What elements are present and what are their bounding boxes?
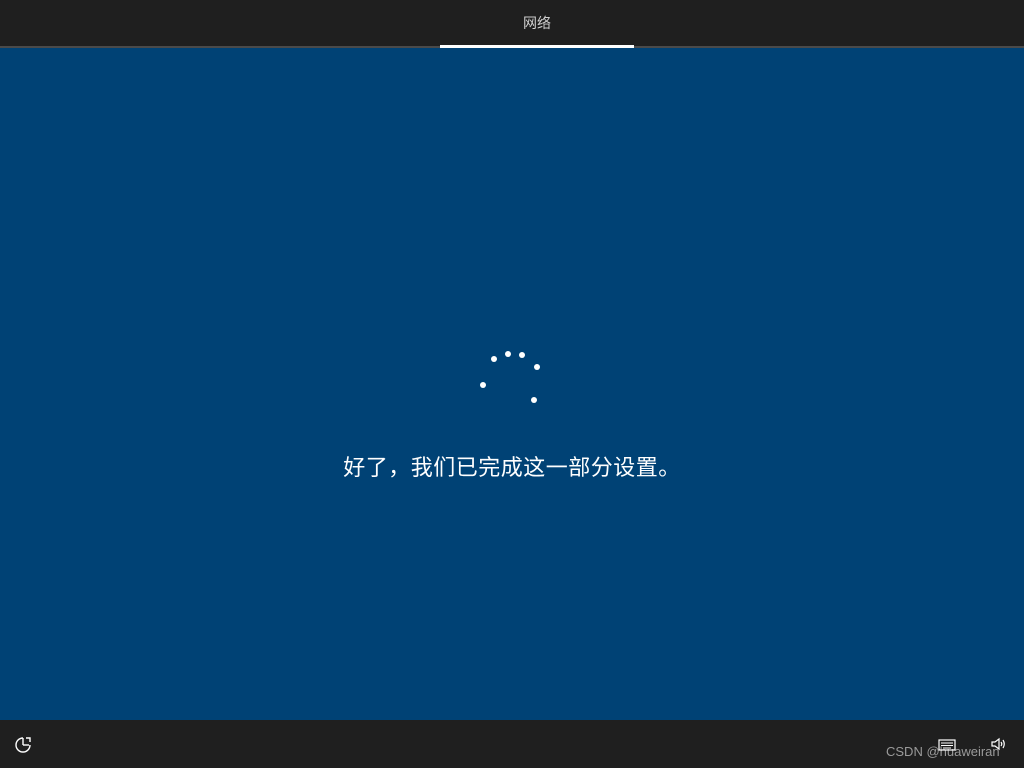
- volume-icon[interactable]: [990, 736, 1006, 752]
- loading-spinner: [478, 348, 548, 408]
- keyboard-icon[interactable]: [938, 738, 956, 752]
- spinner-dot: [480, 382, 486, 388]
- ease-of-access-icon[interactable]: [14, 736, 32, 754]
- spinner-dot: [531, 397, 537, 403]
- spinner-dot: [491, 356, 497, 362]
- tab-network[interactable]: 网络: [440, 0, 634, 46]
- spinner-dot: [505, 351, 511, 357]
- top-bar: 网络: [0, 0, 1024, 48]
- spinner-dot: [519, 352, 525, 358]
- status-message: 好了，我们已完成这一部分设置。: [343, 456, 681, 481]
- spinner-dot: [534, 364, 540, 370]
- bottom-bar: CSDN @huaweiran: [0, 720, 1024, 768]
- setup-panel: 好了，我们已完成这一部分设置。: [0, 48, 1024, 720]
- tab-network-label: 网络: [523, 16, 551, 32]
